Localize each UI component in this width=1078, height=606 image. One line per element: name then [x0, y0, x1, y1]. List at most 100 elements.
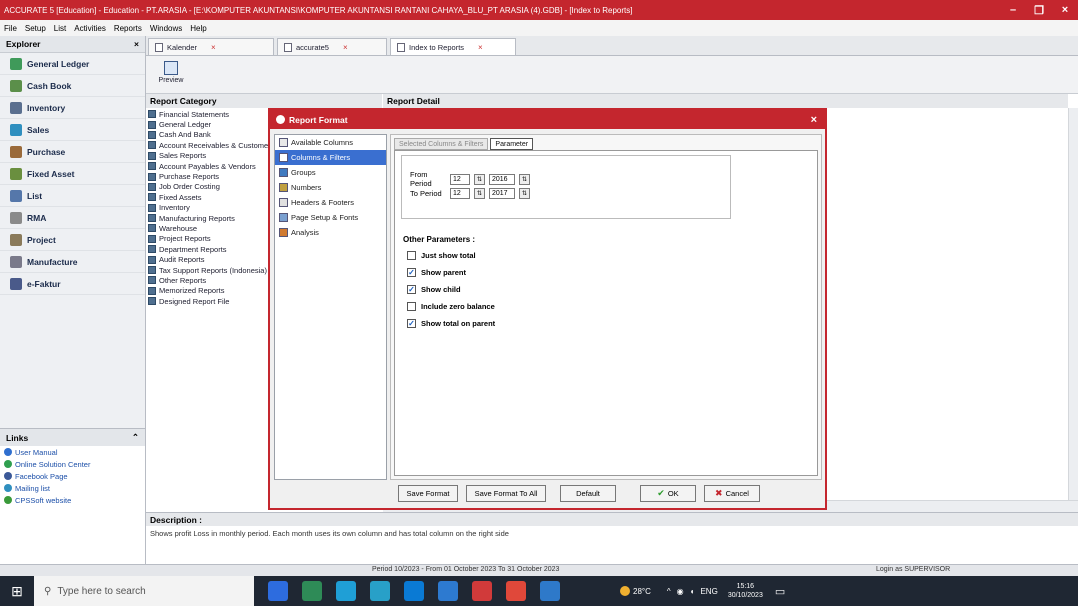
notification-icon[interactable]: ▭: [775, 585, 785, 598]
option-checkbox[interactable]: [407, 302, 416, 311]
windows-taskbar: ⊞ ⚲ Type here to search 28°C ^ ◉ ◖ ENG 1…: [0, 576, 1078, 606]
ok-button[interactable]: ✔ OK: [640, 484, 696, 502]
volume-icon[interactable]: ◖: [690, 587, 695, 596]
report-category-label: Account Receivables & Customers: [159, 140, 275, 150]
nav-item-general-ledger[interactable]: General Ledger: [0, 53, 145, 75]
language-indicator[interactable]: ENG: [700, 587, 717, 596]
nav-item-label: RMA: [27, 212, 47, 223]
taskbar-app-icon[interactable]: [472, 581, 492, 601]
nav-item-cash-book[interactable]: Cash Book: [0, 75, 145, 97]
save-format-button[interactable]: Save Format: [398, 484, 458, 502]
link-item[interactable]: User Manual: [0, 446, 145, 458]
from-month-spinner-icon[interactable]: ⇅: [474, 173, 485, 185]
dialog-nav-item[interactable]: Page Setup & Fonts: [275, 210, 386, 225]
tray-chevron-icon[interactable]: ^: [667, 587, 671, 596]
save-format-to-all-button[interactable]: Save Format To All: [466, 484, 546, 502]
dialog-nav-item[interactable]: Analysis: [275, 225, 386, 240]
cancel-button[interactable]: ✖ Cancel: [704, 484, 760, 502]
nav-item-label: Fixed Asset: [27, 168, 75, 179]
option-checkbox[interactable]: ✓: [407, 268, 416, 277]
taskbar-app-icon[interactable]: [268, 581, 288, 601]
tab-close-icon[interactable]: ×: [343, 43, 348, 52]
taskbar-app-icon[interactable]: [438, 581, 458, 601]
dialog-nav-item[interactable]: Headers & Footers: [275, 195, 386, 210]
taskbar-app-icon[interactable]: [370, 581, 390, 601]
menu-help[interactable]: Help: [190, 24, 206, 33]
taskbar-app-icon[interactable]: [302, 581, 322, 601]
preview-button[interactable]: Preview: [156, 61, 186, 89]
dialog-nav-item[interactable]: Numbers: [275, 180, 386, 195]
option-checkbox[interactable]: ✓: [407, 285, 416, 294]
link-icon: [4, 484, 12, 492]
dialog-nav-item[interactable]: Available Columns: [275, 135, 386, 150]
option-row: Include zero balance: [407, 302, 495, 311]
dialog-nav-item[interactable]: Groups: [275, 165, 386, 180]
from-year-field[interactable]: 2016: [489, 173, 515, 185]
nav-item-sales[interactable]: Sales: [0, 119, 145, 141]
clock-time: 15:16: [736, 583, 755, 590]
dialog-nav-item[interactable]: Columns & Filters: [275, 150, 386, 165]
explorer-close-icon[interactable]: ×: [134, 39, 139, 49]
nav-item-manufacture[interactable]: Manufacture: [0, 251, 145, 273]
dialog-nav-label: Page Setup & Fonts: [291, 213, 359, 222]
to-year-field[interactable]: 2017: [489, 188, 515, 199]
link-item[interactable]: Online Solution Center: [0, 458, 145, 470]
tab-2[interactable]: Index to Reports ×: [390, 38, 516, 55]
from-month-field[interactable]: 12: [450, 173, 470, 185]
nav-item-project[interactable]: Project: [0, 229, 145, 251]
menu-file[interactable]: File: [4, 24, 17, 33]
from-year-spinner-icon[interactable]: ⇅: [519, 173, 530, 185]
option-checkbox[interactable]: ✓: [407, 319, 416, 328]
nav-item-fixed-asset[interactable]: Fixed Asset: [0, 163, 145, 185]
nav-item-purchase[interactable]: Purchase: [0, 141, 145, 163]
option-row: ✓ Show total on parent: [407, 319, 495, 328]
nav-item-rma[interactable]: RMA: [0, 207, 145, 229]
weather-widget[interactable]: 28°C: [620, 586, 651, 596]
link-item[interactable]: CPSSoft website: [0, 494, 145, 506]
link-icon: [4, 460, 12, 468]
taskbar-app-icon[interactable]: [540, 581, 560, 601]
report-category-label: Tax Support Reports (Indonesia): [159, 265, 267, 275]
nav-item-e-faktur[interactable]: e-Faktur: [0, 273, 145, 295]
tab-selected-columns[interactable]: Selected Columns & Filters: [394, 138, 489, 150]
tab-parameter[interactable]: Parameter: [490, 138, 534, 150]
start-button[interactable]: ⊞: [0, 576, 34, 606]
menu-windows[interactable]: Windows: [150, 24, 182, 33]
menu-setup[interactable]: Setup: [25, 24, 46, 33]
taskbar-search[interactable]: ⚲ Type here to search: [34, 576, 254, 606]
to-year-spinner-icon[interactable]: ⇅: [519, 188, 530, 199]
sub-tabs: Selected Columns & Filters Parameter: [394, 138, 534, 150]
dialog-buttons: Save Format Save Format To All Default ✔…: [390, 482, 822, 504]
taskbar-app-icon[interactable]: [506, 581, 526, 601]
menu-reports[interactable]: Reports: [114, 24, 142, 33]
taskbar-app-icon[interactable]: [404, 581, 424, 601]
dialog-close-button[interactable]: ×: [811, 114, 817, 126]
menu-list[interactable]: List: [54, 24, 66, 33]
restore-button[interactable]: ❐: [1026, 4, 1052, 17]
dialog-nav-label: Numbers: [291, 183, 322, 192]
minimize-button[interactable]: –: [1000, 4, 1026, 16]
taskbar-clock[interactable]: 15:16 30/10/2023: [728, 582, 763, 600]
tab-0[interactable]: Kalender ×: [148, 38, 274, 55]
link-item[interactable]: Mailing list: [0, 482, 145, 494]
nav-item-list[interactable]: List: [0, 185, 145, 207]
network-icon[interactable]: ◉: [677, 587, 684, 596]
tab-close-icon[interactable]: ×: [478, 43, 483, 52]
to-month-spinner-icon[interactable]: ⇅: [474, 188, 485, 199]
close-button[interactable]: ×: [1052, 4, 1078, 16]
vertical-scrollbar[interactable]: [1068, 108, 1078, 512]
menu-activities[interactable]: Activities: [74, 24, 106, 33]
taskbar-app-icon[interactable]: [336, 581, 356, 601]
tab-close-icon[interactable]: ×: [211, 43, 216, 52]
link-item[interactable]: Facebook Page: [0, 470, 145, 482]
collapse-icon[interactable]: ⌃: [132, 432, 139, 443]
nav-item-inventory[interactable]: Inventory: [0, 97, 145, 119]
status-period: Period 10/2023 - From 01 October 2023 To…: [372, 566, 560, 573]
taskbar-apps: [254, 581, 560, 601]
to-month-field[interactable]: 12: [450, 188, 470, 199]
link-label: User Manual: [15, 447, 58, 457]
default-button[interactable]: Default: [560, 484, 616, 502]
option-checkbox[interactable]: [407, 251, 416, 260]
explorer-title: Explorer: [6, 39, 41, 49]
tab-1[interactable]: accurate5 ×: [277, 38, 387, 55]
